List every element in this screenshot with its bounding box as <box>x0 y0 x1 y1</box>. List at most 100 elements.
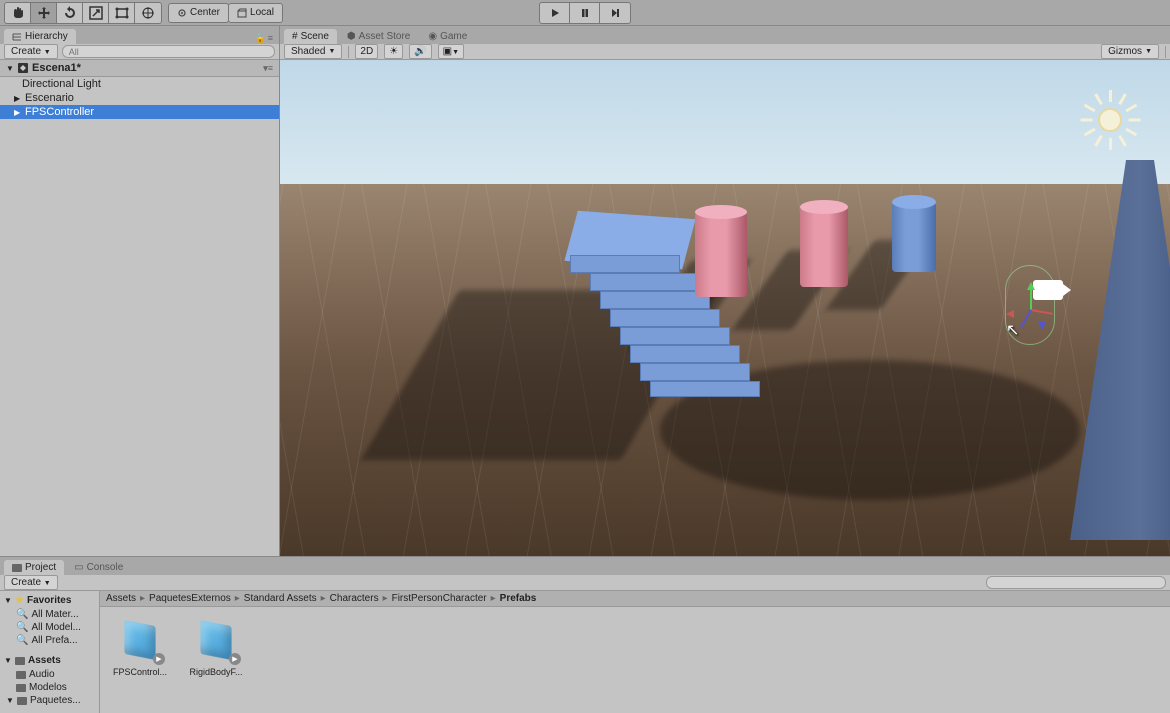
breadcrumb-item[interactable]: PaquetesExternos <box>149 593 231 604</box>
chevron-right-icon[interactable]: ▶ <box>14 94 22 103</box>
breadcrumb-current: Prefabs <box>500 593 537 604</box>
hierarchy-lock-icon[interactable]: 🔒 <box>255 33 266 44</box>
project-content[interactable]: ▶ FPSControl... ▶ RigidBodyF... <box>100 607 1170 713</box>
breadcrumb-item[interactable]: Characters <box>330 593 379 604</box>
assets-header[interactable]: ▼ Assets <box>0 653 99 668</box>
rotate-tool[interactable] <box>57 3 83 23</box>
hand-tool[interactable] <box>5 3 31 23</box>
fx-toggle[interactable]: ▣▼ <box>438 44 464 59</box>
pivot-controls: Center Local <box>168 3 283 23</box>
tab-project[interactable]: Project <box>4 560 64 575</box>
asset-store-icon: ⬢ <box>347 31 356 42</box>
scene-cylinder-object <box>892 195 936 272</box>
breadcrumb-item[interactable]: Assets <box>106 593 136 604</box>
project-panel: Project ▭ Console Create ▼ ▼★ Favorites … <box>0 556 1170 713</box>
scene-viewport[interactable]: ↖ <box>280 60 1170 556</box>
unity-scene-icon <box>17 62 29 74</box>
console-icon: ▭ <box>74 562 83 573</box>
audio-toggle[interactable]: 🔊 <box>409 44 431 59</box>
sidebar-folder-item[interactable]: ▼Paquetes... <box>0 694 99 707</box>
transform-tools <box>4 2 162 24</box>
tab-asset-store[interactable]: ⬢ Asset Store <box>339 29 418 44</box>
pivot-local-button[interactable]: Local <box>228 3 283 23</box>
step-button[interactable] <box>600 3 630 23</box>
asset-prefab-item[interactable]: ▶ RigidBodyF... <box>184 615 248 677</box>
search-icon: 🔍 <box>16 635 28 646</box>
hierarchy-tab-label: Hierarchy <box>25 31 68 42</box>
scene-tab-icon: # <box>292 31 298 42</box>
asset-label: FPSControl... <box>108 667 172 677</box>
hierarchy-menu-icon[interactable]: ≡ <box>268 33 273 44</box>
scene-stairs-object <box>570 215 700 415</box>
sidebar-fav-item[interactable]: 🔍All Mater... <box>0 608 99 621</box>
project-sidebar[interactable]: ▼★ Favorites 🔍All Mater... 🔍All Model...… <box>0 591 100 713</box>
sidebar-folder-item[interactable]: Audio <box>0 668 99 681</box>
search-icon: 🔍 <box>16 622 28 633</box>
chevron-down-icon: ▼ <box>6 64 14 73</box>
2d-toggle-button[interactable]: 2D <box>355 44 378 59</box>
breadcrumb: Assets▸ PaquetesExternos▸ Standard Asset… <box>100 591 1170 607</box>
move-tool[interactable] <box>31 3 57 23</box>
asset-label: RigidBodyF... <box>184 667 248 677</box>
tab-scene[interactable]: # Scene <box>284 29 337 44</box>
scene-cylinder-object <box>695 205 747 297</box>
hierarchy-scene-header[interactable]: ▼ Escena1* ▾≡ <box>0 60 279 77</box>
favorites-header[interactable]: ▼★ Favorites <box>0 593 99 608</box>
picture-icon: ▣ <box>443 46 452 57</box>
hierarchy-toolbar: Create ▼ <box>0 44 279 60</box>
chevron-right-icon[interactable]: ▶ <box>14 108 22 117</box>
hierarchy-panel: Hierarchy 🔒 ≡ Create ▼ ▼ Escena1* ▾≡ Dir… <box>0 26 280 556</box>
hierarchy-item[interactable]: ▶ FPSController <box>0 105 279 119</box>
prefab-icon: ▶ <box>191 615 241 665</box>
scale-tool[interactable] <box>83 3 109 23</box>
play-controls <box>539 2 631 24</box>
scene-menu-icon[interactable]: ▾≡ <box>263 63 273 74</box>
project-tab-row: Project ▭ Console <box>0 557 1170 575</box>
hierarchy-tab-row: Hierarchy 🔒 ≡ <box>0 26 279 44</box>
tab-console[interactable]: ▭ Console <box>66 560 131 575</box>
tab-game[interactable]: ◉ Game <box>420 29 475 44</box>
scene-toolbar: Shaded ▼ 2D ☀ 🔊 ▣▼ Gizmos ▼ <box>280 44 1170 60</box>
play-button[interactable] <box>540 3 570 23</box>
search-icon: 🔍 <box>16 609 28 620</box>
folder-icon <box>16 671 26 679</box>
prefab-icon: ▶ <box>115 615 165 665</box>
hierarchy-create-button[interactable]: Create ▼ <box>4 44 58 59</box>
hierarchy-search-input[interactable] <box>62 45 275 58</box>
scene-name-label: Escena1* <box>32 62 81 74</box>
hierarchy-item-label: FPSController <box>25 106 94 118</box>
project-body: ▼★ Favorites 🔍All Mater... 🔍All Model...… <box>0 591 1170 713</box>
top-toolbar: Center Local <box>0 0 1170 26</box>
pause-button[interactable] <box>570 3 600 23</box>
transform-tool[interactable] <box>135 3 161 23</box>
scene-area: # Scene ⬢ Asset Store ◉ Game Shaded ▼ 2D… <box>280 26 1170 556</box>
hierarchy-item[interactable]: Directional Light <box>0 77 279 91</box>
directional-light-gizmo <box>1080 90 1140 150</box>
shading-mode-dropdown[interactable]: Shaded ▼ <box>284 44 342 59</box>
game-tab-icon: ◉ <box>428 31 437 42</box>
folder-icon <box>16 684 26 692</box>
gizmos-dropdown[interactable]: Gizmos ▼ <box>1101 44 1159 59</box>
asset-prefab-item[interactable]: ▶ FPSControl... <box>108 615 172 677</box>
hierarchy-tab[interactable]: Hierarchy <box>4 29 76 44</box>
hierarchy-body[interactable]: ▼ Escena1* ▾≡ Directional Light ▶ Escena… <box>0 60 279 556</box>
breadcrumb-item[interactable]: Standard Assets <box>244 593 317 604</box>
sun-icon: ☀ <box>389 46 398 57</box>
sidebar-folder-item[interactable]: Modelos <box>0 681 99 694</box>
main-row: Hierarchy 🔒 ≡ Create ▼ ▼ Escena1* ▾≡ Dir… <box>0 26 1170 556</box>
breadcrumb-item[interactable]: FirstPersonCharacter <box>392 593 487 604</box>
project-create-button[interactable]: Create ▼ <box>4 575 58 590</box>
sidebar-fav-item[interactable]: 🔍All Prefa... <box>0 634 99 647</box>
hierarchy-item[interactable]: ▶ Escenario <box>0 91 279 105</box>
hierarchy-item-label: Directional Light <box>22 78 101 90</box>
project-main: Assets▸ PaquetesExternos▸ Standard Asset… <box>100 591 1170 713</box>
prefab-badge-icon: ▶ <box>229 653 241 665</box>
sidebar-fav-item[interactable]: 🔍All Model... <box>0 621 99 634</box>
project-search-input[interactable] <box>986 576 1166 589</box>
fps-controller-gizmo[interactable] <box>985 260 1075 350</box>
pivot-center-button[interactable]: Center <box>168 3 229 23</box>
lighting-toggle[interactable]: ☀ <box>384 44 403 59</box>
scene-tab-row: # Scene ⬢ Asset Store ◉ Game <box>280 26 1170 44</box>
rect-tool[interactable] <box>109 3 135 23</box>
star-icon: ★ <box>15 595 24 606</box>
